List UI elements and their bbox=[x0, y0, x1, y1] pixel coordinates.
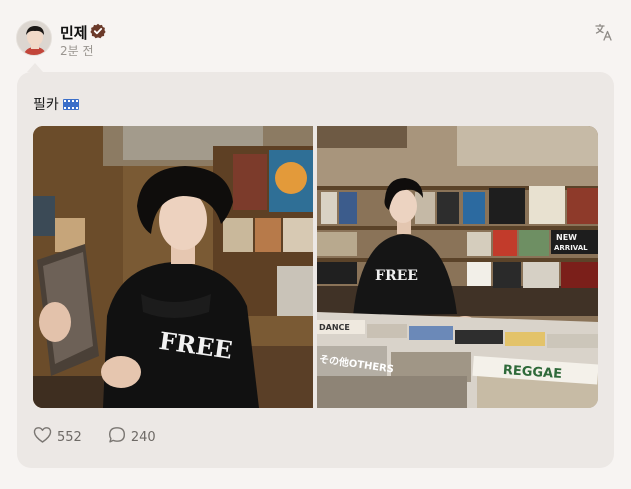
author-name[interactable]: 민제 bbox=[60, 22, 88, 43]
like-button[interactable]: 552 bbox=[33, 426, 82, 448]
heart-icon bbox=[33, 426, 52, 448]
post-photo-2[interactable]: NEW ARRIVAL FREE DANCE その他OTHERS REGGAE bbox=[317, 126, 598, 408]
avatar[interactable] bbox=[16, 20, 52, 56]
post-text-label: 필카 bbox=[33, 97, 59, 113]
comment-bubble-icon bbox=[108, 426, 126, 448]
photo-2-sign-dance: DANCE bbox=[319, 323, 350, 332]
film-frames-emoji-icon bbox=[62, 98, 79, 110]
photo-2-sign-new: NEW bbox=[556, 233, 577, 242]
post-header: 민제 2분 전 bbox=[0, 0, 631, 66]
comment-button[interactable]: 240 bbox=[108, 426, 156, 448]
photo-2-sign-arrival: ARRIVAL bbox=[554, 244, 588, 252]
post-text: 필카 bbox=[33, 94, 79, 114]
comment-count: 240 bbox=[130, 429, 156, 445]
photo-2-lettering: FREE bbox=[375, 268, 418, 284]
post-card: 필카 FREE NEW ARRIVAL FREE DANCE その他OTHERS… bbox=[17, 72, 614, 468]
post-photo-1[interactable]: FREE bbox=[33, 126, 313, 408]
post-actions: 552 240 bbox=[33, 426, 182, 448]
like-count: 552 bbox=[57, 429, 82, 445]
translate-icon[interactable] bbox=[594, 22, 614, 42]
bubble-tip bbox=[27, 63, 43, 72]
post-timestamp: 2분 전 bbox=[60, 44, 94, 58]
verified-badge-icon bbox=[90, 23, 106, 39]
